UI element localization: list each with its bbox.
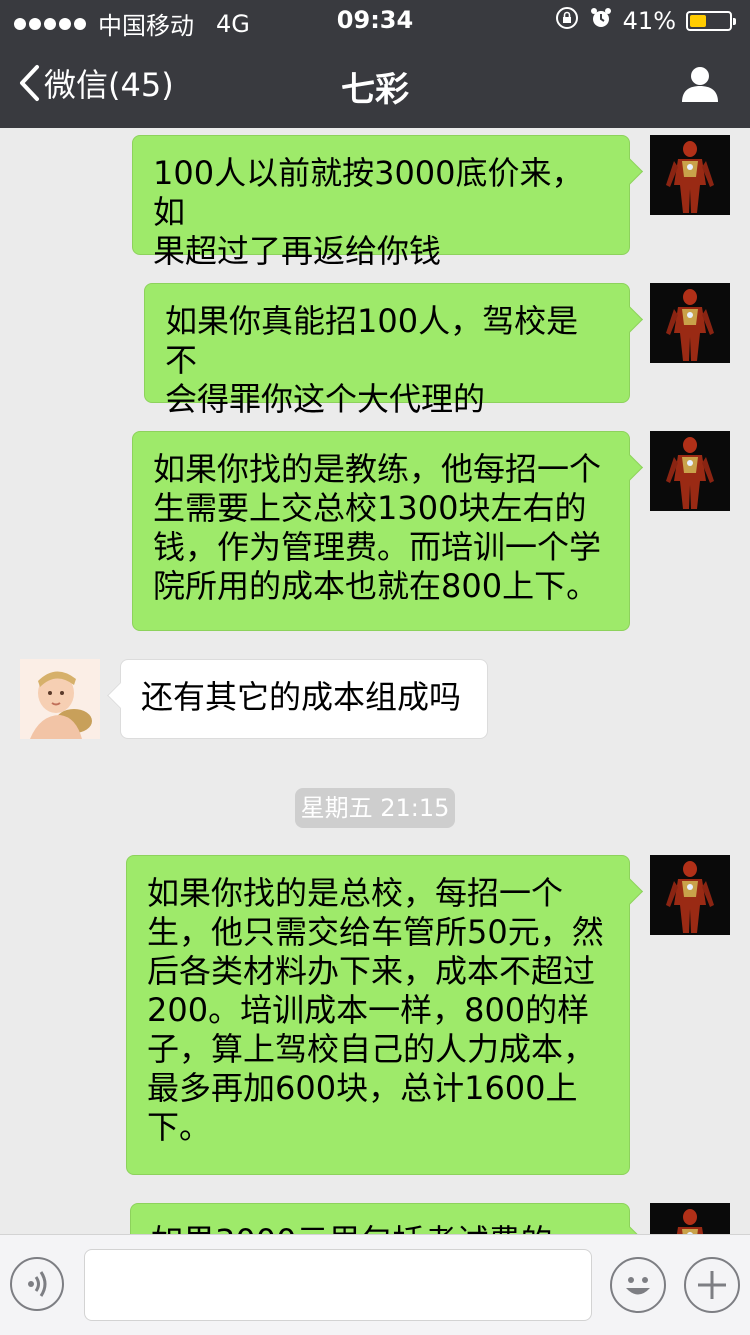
message-line: 100人以前就按3000底价来，如 [153,154,584,231]
message-bubble[interactable]: 如果你真能招100人，驾校是不 会得罪你这个大代理的 [144,283,630,418]
message-bubble[interactable]: 如果你找的是总校，每招一个 生，他只需交给车管所50元，然 后各类材料办下来，成… [126,855,630,1175]
iron-man-avatar[interactable] [650,1203,730,1234]
message-line: 如果你找的是教练，他每招一个 [153,450,602,488]
child-avatar[interactable] [20,659,100,739]
message-line: 子，算上驾校自己的人力成本， [147,1030,596,1068]
plus-icon [698,1271,726,1299]
time-divider: 星期五 21:15 [295,788,455,828]
message-line: 院所用的成本也就在800上下。 [153,567,599,605]
message-line: 果超过了再返给你钱 [153,232,442,270]
iron-man-avatar[interactable] [650,135,730,215]
message-input[interactable] [84,1249,592,1321]
emoji-button[interactable] [610,1257,666,1313]
message-line: 如果你找的是总校，每招一个 [147,874,564,912]
message-line: 如果3000元里包括考试费的， [151,1222,609,1234]
iron-man-avatar[interactable] [650,855,730,935]
message-line: 还有其它的成本组成吗 [141,678,462,716]
message-line: 下。 [147,1108,212,1146]
top-bar: 中国移动 4G 09:34 41% 微信(45) 七彩 [0,0,750,128]
voice-icon [28,1271,47,1297]
iron-man-avatar[interactable] [650,283,730,363]
chat-info-button[interactable] [680,64,720,108]
person-icon [682,67,718,102]
alarm-icon [589,6,613,36]
more-button[interactable] [684,1257,740,1313]
message-line: 如果你真能招100人，驾校是不 [165,302,579,379]
chat-area[interactable]: 100人以前就按3000底价来，如 果超过了再返给你钱 如果你真能招100人，驾… [0,128,750,1234]
battery-icon [686,11,736,31]
message-line: 会得罪你这个大代理的 [165,380,486,418]
message-bubble[interactable]: 如果你找的是教练，他每招一个 生需要上交总校1300块左右的 钱，作为管理费。而… [132,431,630,631]
battery-percent: 41% [622,7,676,35]
page-title: 七彩 [341,70,409,110]
rotation-lock-icon [555,6,579,36]
input-bar [0,1234,750,1335]
message-bubble[interactable]: 如果3000元里包括考试费的， [130,1203,630,1234]
emoji-icon [626,1277,650,1295]
message-bubble[interactable]: 还有其它的成本组成吗 [120,659,488,739]
message-line: 生，他只需交给车管所50元，然 [147,913,604,951]
status-bar: 中国移动 4G 09:34 41% [0,0,750,40]
message-line: 200。培训成本一样，800的样 [147,991,590,1029]
voice-button[interactable] [10,1257,64,1311]
iron-man-avatar[interactable] [650,431,730,511]
message-line: 生需要上交总校1300块左右的 [153,489,587,527]
message-line: 钱，作为管理费。而培训一个学 [153,528,602,566]
message-bubble[interactable]: 100人以前就按3000底价来，如 果超过了再返给你钱 [132,135,630,270]
nav-bar: 微信(45) 七彩 [0,40,750,128]
message-line: 最多再加600块，总计1600上 [147,1069,578,1107]
message-line: 后各类材料办下来，成本不超过 [147,952,596,990]
